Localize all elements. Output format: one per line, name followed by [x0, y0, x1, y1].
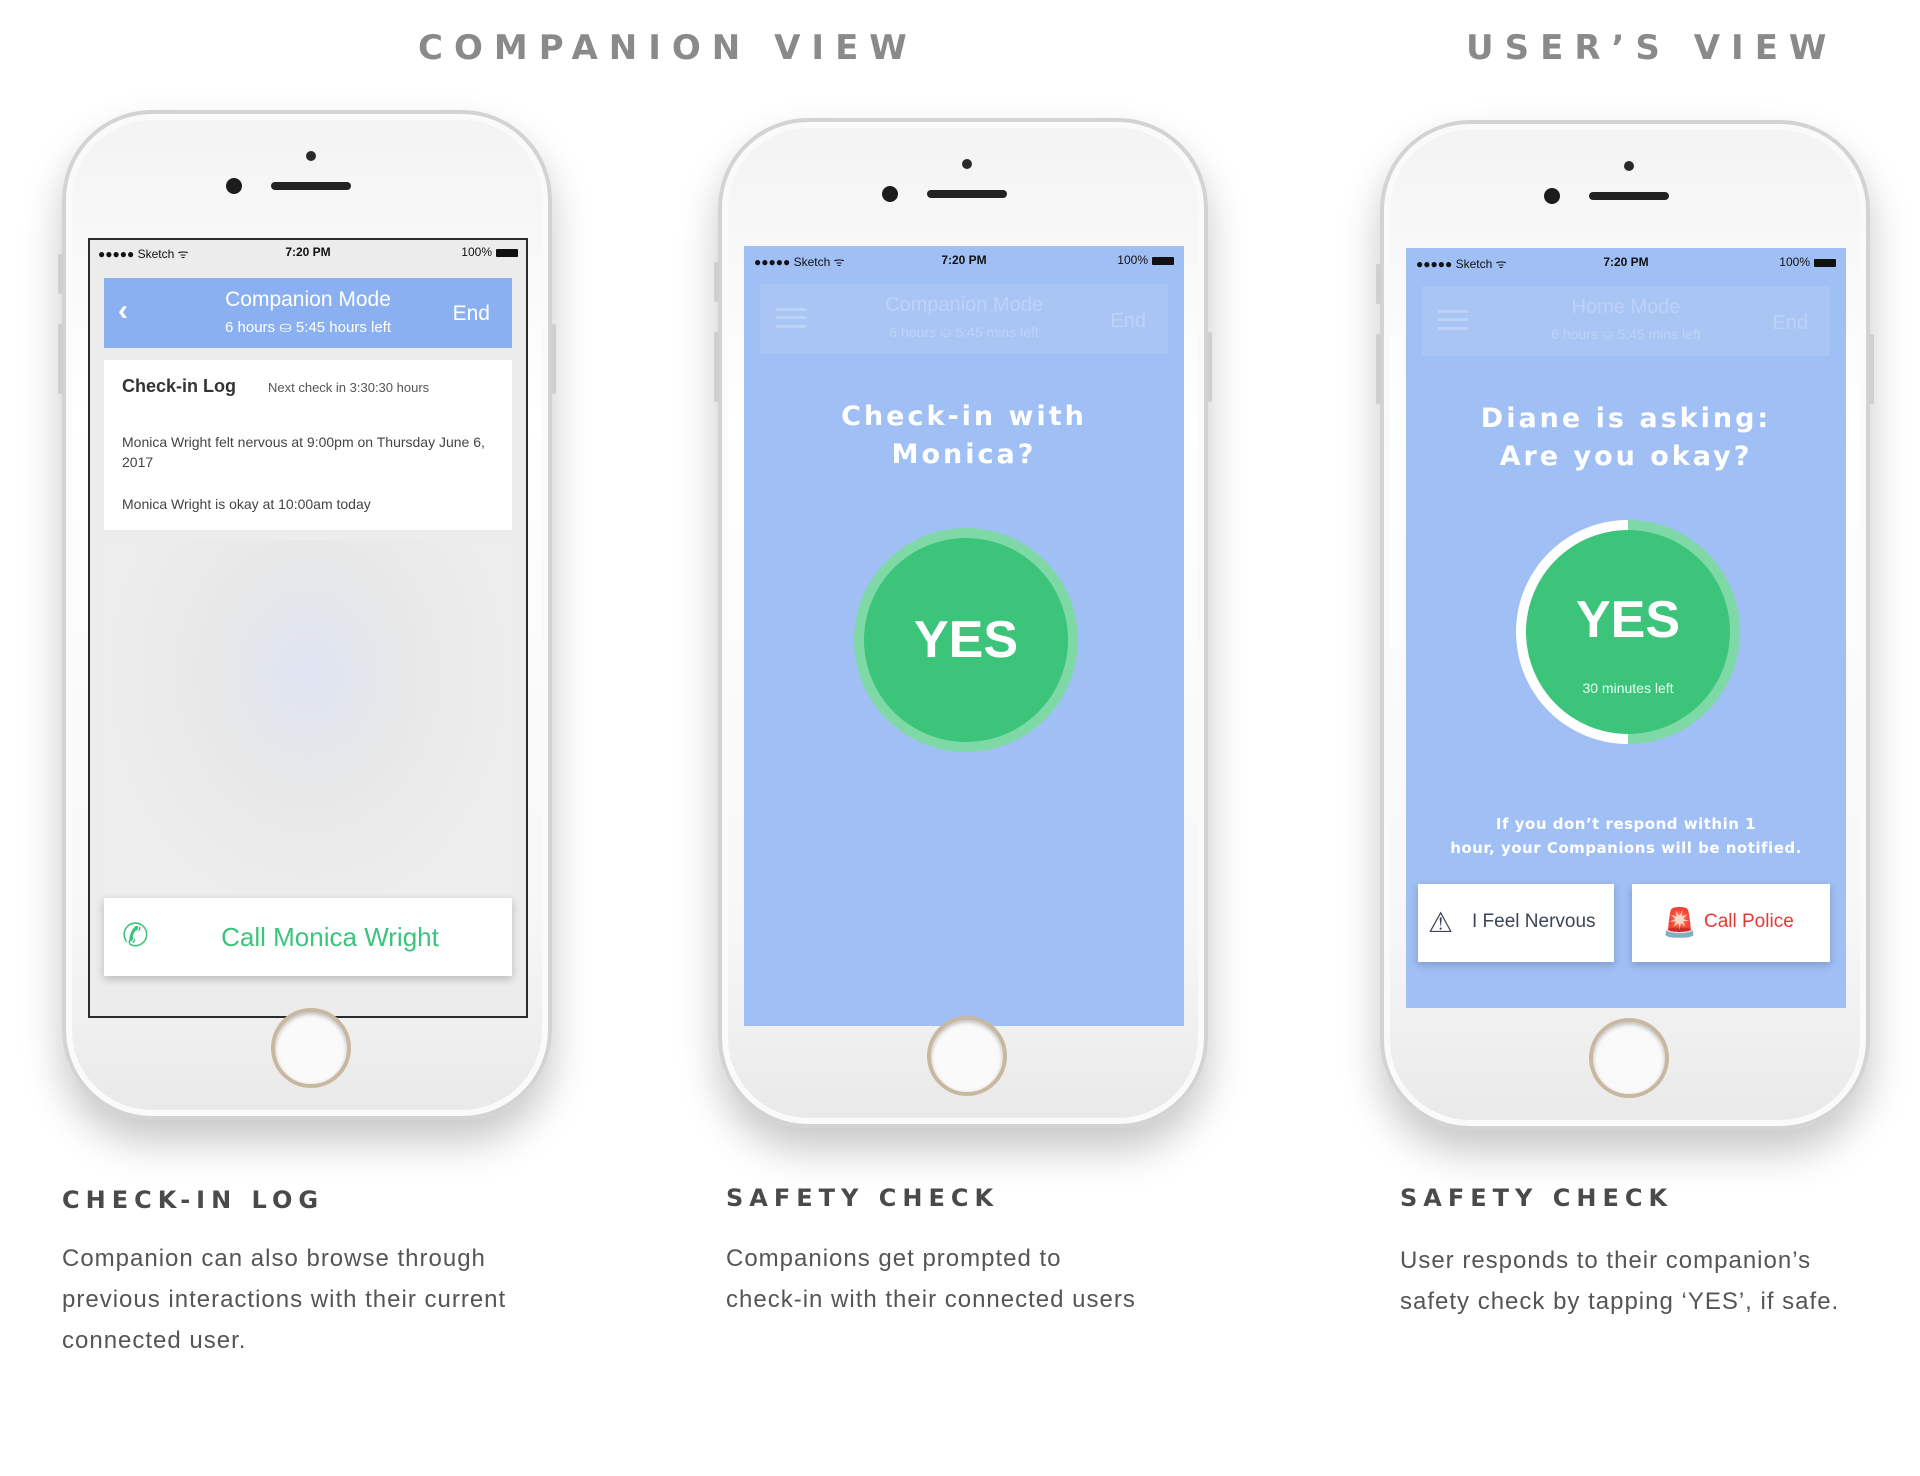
caption-line: Companions get prompted to — [726, 1245, 1062, 1272]
status-bar: ●●●●● Sketch ᯤ 7:20 PM 100% — [1408, 250, 1844, 272]
caption-line: Companion can also browse through — [62, 1245, 486, 1272]
caption-line: check-in with their connected users — [726, 1286, 1136, 1313]
companion-mode-header: ‹ Companion Mode 6 hours ⛀ 5:45 hours le… — [104, 278, 512, 348]
phone-checkin-log: ●●●●● Sketch ᯤ 7:20 PM 100% ‹ Companion … — [58, 110, 556, 1120]
question-line: Are you okay? — [1499, 441, 1753, 472]
phone-companion-safety-check: ●●●●● Sketch ᯤ 7:20 PM 100% Companion Mo… — [714, 118, 1212, 1128]
end-button: End — [1772, 312, 1808, 334]
earpiece — [927, 190, 1007, 198]
question-line: Monica? — [891, 439, 1037, 470]
yes-label: YES — [1575, 591, 1681, 649]
question-line: Diane is asking: — [1480, 403, 1772, 434]
feel-nervous-button[interactable]: ⚠ I Feel Nervous — [1418, 884, 1614, 962]
safety-question: Diane is asking: Are you okay? — [1408, 400, 1844, 476]
screen-checkin-log: ●●●●● Sketch ᯤ 7:20 PM 100% ‹ Companion … — [88, 238, 528, 1018]
companion-view-heading: COMPANION VIEW — [418, 28, 918, 68]
checkin-log-title: Check-in Log — [122, 376, 237, 396]
caption-title: SAFETY CHECK — [726, 1184, 1000, 1212]
caption-line: User responds to their companion’s — [1400, 1247, 1812, 1274]
battery-indicator: 100% — [1779, 255, 1836, 269]
faded-header: Home Mode 6 hours ⛀ 5:45 mins left End — [1422, 286, 1830, 356]
caption-title: CHECK-IN LOG — [62, 1186, 325, 1214]
checkin-question: Check-in with Monica? — [746, 398, 1182, 474]
call-monica-button[interactable]: ✆ Call Monica Wright — [104, 898, 512, 976]
call-button-label: Call Monica Wright — [221, 922, 439, 952]
notice-line: hour, your Companions will be notified. — [1450, 839, 1802, 857]
header-subtitle: 6 hours ⛀ 5:45 mins left — [889, 324, 1039, 340]
call-police-label: Call Police — [1704, 911, 1794, 932]
header-title: Home Mode — [1571, 296, 1681, 318]
earpiece — [271, 182, 351, 190]
caption-text: Companion can also browse through previo… — [62, 1238, 582, 1361]
minutes-left-label: 30 minutes left — [1582, 680, 1674, 696]
yes-label: YES — [913, 611, 1019, 669]
notification-notice: If you don’t respond within 1 hour, your… — [1408, 812, 1844, 860]
status-bar: ●●●●● Sketch ᯤ 7:20 PM 100% — [746, 248, 1182, 270]
next-check-label: Next check in 3:30:30 hours — [268, 380, 430, 395]
front-sensor — [1624, 161, 1634, 171]
yes-circle: YES — [864, 538, 1068, 742]
log-entry: Monica Wright felt nervous at 9:00pm on … — [122, 434, 485, 470]
end-button: End — [1110, 310, 1146, 332]
feel-nervous-label: I Feel Nervous — [1472, 911, 1596, 932]
screen-companion-check: ●●●●● Sketch ᯤ 7:20 PM 100% Companion Mo… — [744, 246, 1184, 1026]
yes-button[interactable]: YES — [854, 528, 1078, 752]
header-subtitle: 6 hours ⛀ 5:45 mins left — [1551, 326, 1701, 342]
front-camera — [226, 178, 242, 194]
siren-icon: 🚨 — [1662, 907, 1697, 938]
warning-icon: ⚠ — [1428, 907, 1454, 938]
caption-line: safety check by tapping ‘YES’, if safe. — [1400, 1288, 1840, 1315]
caption-line: previous interactions with their current — [62, 1286, 507, 1313]
header-subtitle: 6 hours ⛀ 5:45 hours left — [225, 319, 391, 336]
users-view-heading: USER’S VIEW — [1466, 28, 1838, 68]
notice-line: If you don’t respond within 1 — [1495, 815, 1757, 833]
front-sensor — [306, 151, 316, 161]
faded-header: Companion Mode 6 hours ⛀ 5:45 mins left … — [760, 284, 1168, 354]
front-camera — [1544, 188, 1560, 204]
front-camera — [882, 186, 898, 202]
caption-line: connected user. — [62, 1327, 247, 1354]
end-button[interactable]: End — [453, 302, 490, 326]
screen-user-check: ●●●●● Sketch ᯤ 7:20 PM 100% Home Mode 6 … — [1406, 248, 1846, 1008]
header-title: Companion Mode — [225, 288, 391, 311]
battery-indicator: 100% — [461, 245, 518, 259]
front-sensor — [962, 159, 972, 169]
blurred-map-background — [104, 540, 512, 920]
yes-circle: YES 30 minutes left — [1526, 530, 1730, 734]
caption-title: SAFETY CHECK — [1400, 1184, 1674, 1212]
question-line: Check-in with — [841, 401, 1087, 432]
earpiece — [1589, 192, 1669, 200]
status-bar: ●●●●● Sketch ᯤ 7:20 PM 100% — [90, 240, 526, 262]
phone-user-safety-check: ●●●●● Sketch ᯤ 7:20 PM 100% Home Mode 6 … — [1376, 120, 1874, 1130]
battery-indicator: 100% — [1117, 253, 1174, 267]
yes-button[interactable]: YES 30 minutes left — [1516, 520, 1740, 744]
header-title: Companion Mode — [885, 294, 1043, 316]
log-entry: Monica Wright is okay at 10:00am today — [122, 496, 371, 512]
caption-text: Companions get prompted to check-in with… — [726, 1238, 1246, 1320]
checkin-log-card: Check-in Log Next check in 3:30:30 hours… — [104, 360, 512, 530]
home-button[interactable] — [271, 1008, 351, 1088]
call-police-button[interactable]: 🚨 Call Police — [1632, 884, 1830, 962]
home-button[interactable] — [1589, 1018, 1669, 1098]
caption-text: User responds to their companion’s safet… — [1400, 1240, 1920, 1322]
home-button[interactable] — [927, 1016, 1007, 1096]
